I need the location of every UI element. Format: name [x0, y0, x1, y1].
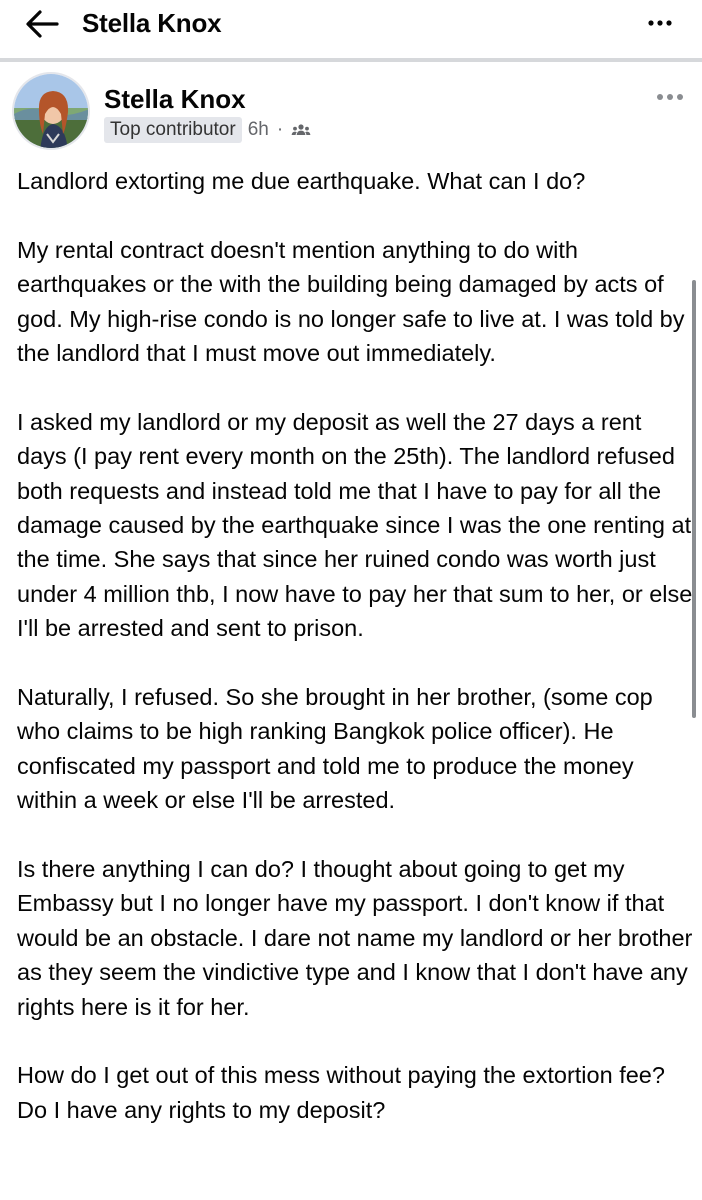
page-title: Stella Knox — [82, 8, 222, 38]
post-paragraph: How do I get out of this mess without pa… — [17, 1062, 665, 1123]
arrow-left-icon — [26, 10, 59, 38]
author-name[interactable]: Stella Knox — [104, 84, 246, 115]
post-paragraph: Is there anything I can do? I thought ab… — [17, 856, 693, 1020]
meta-separator: · — [276, 119, 284, 140]
scrollbar[interactable] — [692, 280, 696, 718]
post-paragraph: Naturally, I refused. So she brought in … — [17, 684, 653, 814]
post-paragraph: I asked my landlord or my deposit as wel… — [17, 408, 693, 642]
page-options-button[interactable] — [640, 8, 680, 38]
avatar-image — [14, 74, 88, 148]
post-paragraph: My rental contract doesn't mention anyth… — [17, 236, 685, 367]
post-header: Stella Knox Top contributor 6h · — [0, 62, 702, 158]
more-horizontal-icon — [657, 94, 683, 100]
post-paragraph: Landlord extorting me due earthquake. Wh… — [17, 168, 586, 194]
top-bar: Stella Knox — [0, 0, 702, 58]
top-contributor-badge: Top contributor — [104, 117, 242, 143]
group-audience-icon — [291, 122, 311, 138]
post-options-button[interactable] — [650, 86, 690, 108]
post-timestamp[interactable]: 6h — [248, 119, 269, 141]
post-body: Landlord extorting me due earthquake. Wh… — [17, 164, 693, 1162]
post-meta: Top contributor 6h · — [104, 116, 311, 144]
back-button[interactable] — [22, 6, 62, 42]
more-horizontal-icon — [648, 20, 672, 26]
avatar[interactable] — [12, 72, 90, 150]
